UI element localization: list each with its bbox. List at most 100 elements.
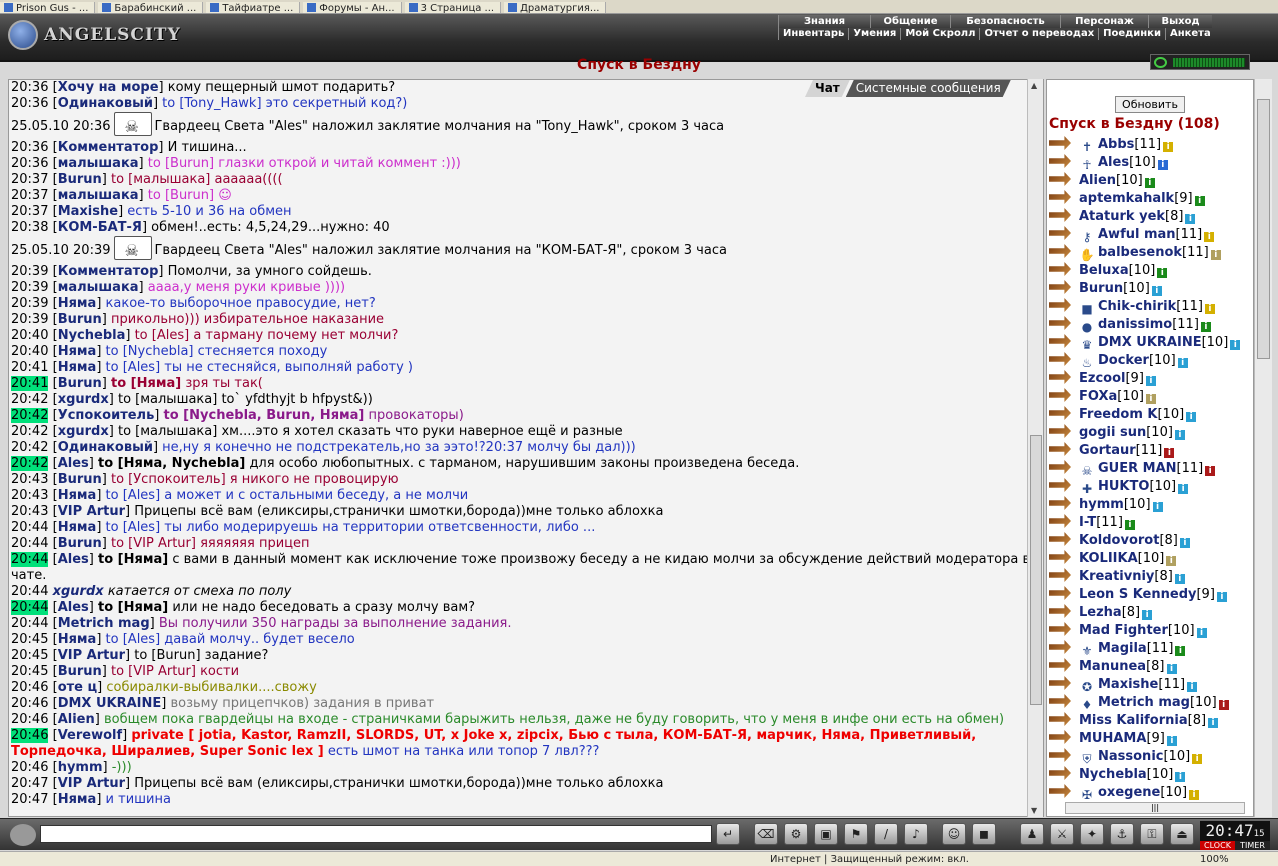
player-info-icon[interactable]: i: [1163, 142, 1174, 152]
translit-icon[interactable]: /: [874, 823, 898, 845]
player-action-arrow-icon[interactable]: [1049, 586, 1071, 600]
player-info-icon[interactable]: i: [1185, 214, 1196, 224]
player-row[interactable]: ⚷ Awful man[11] i: [1049, 226, 1253, 244]
player-action-arrow-icon[interactable]: [1049, 460, 1071, 474]
message-nick[interactable]: Ales: [58, 456, 89, 471]
battle-icon[interactable]: ✦: [1080, 823, 1104, 845]
message-nick[interactable]: Няма: [58, 296, 97, 311]
player-row[interactable]: Nychebla[10] i: [1049, 766, 1253, 784]
message-nick[interactable]: Комментатор: [58, 264, 159, 279]
browser-tab[interactable]: Драматургия...: [504, 2, 607, 13]
player-name[interactable]: DMX UKRAINE: [1098, 335, 1202, 350]
player-row[interactable]: ♛ DMX UKRAINE[10] i: [1049, 334, 1253, 352]
sound-icon[interactable]: ♪: [904, 823, 928, 845]
player-name[interactable]: KOLIIKA: [1079, 551, 1138, 566]
player-info-icon[interactable]: i: [1177, 358, 1188, 368]
message-nick[interactable]: Maxishe: [58, 204, 118, 219]
player-row[interactable]: Lezha[8] i: [1049, 604, 1253, 622]
message-nick[interactable]: VIP Artur: [58, 648, 125, 663]
player-action-arrow-icon[interactable]: [1049, 334, 1071, 348]
scroll-up-icon[interactable]: ▲: [1031, 81, 1037, 90]
player-info-icon[interactable]: i: [1145, 376, 1156, 386]
player-action-arrow-icon[interactable]: [1049, 730, 1071, 744]
message-nick[interactable]: Burun: [58, 664, 102, 679]
player-row[interactable]: Kreativniy[8] i: [1049, 568, 1253, 586]
player-action-arrow-icon[interactable]: [1049, 568, 1071, 582]
inventory-icon[interactable]: ♟: [1020, 823, 1044, 845]
player-info-icon[interactable]: i: [1144, 178, 1155, 188]
player-name[interactable]: oxegene: [1098, 785, 1160, 800]
player-action-arrow-icon[interactable]: [1049, 514, 1071, 528]
message-nick[interactable]: Одинаковый: [58, 96, 153, 111]
player-action-arrow-icon[interactable]: [1049, 280, 1071, 294]
player-info-icon[interactable]: i: [1166, 556, 1177, 566]
player-info-icon[interactable]: i: [1192, 754, 1203, 764]
player-row[interactable]: Miss Kalifornia[8] i: [1049, 712, 1253, 730]
message-nick[interactable]: Burun: [58, 312, 102, 327]
player-action-arrow-icon[interactable]: [1049, 766, 1071, 780]
player-action-arrow-icon[interactable]: [1049, 208, 1071, 222]
message-recipients[interactable]: to [Няма, Nychebla]: [98, 456, 245, 471]
player-action-arrow-icon[interactable]: [1049, 712, 1071, 726]
eraser-icon[interactable]: ⌫: [754, 823, 778, 845]
player-action-arrow-icon[interactable]: [1049, 262, 1071, 276]
player-name[interactable]: Gortaur: [1079, 443, 1136, 458]
menu-item-4[interactable]: Выход: [1148, 15, 1212, 28]
player-name[interactable]: Abbs: [1098, 137, 1134, 152]
player-action-arrow-icon[interactable]: [1049, 370, 1071, 384]
menu-item-3[interactable]: Персонаж: [1060, 15, 1148, 28]
player-action-arrow-icon[interactable]: [1049, 316, 1071, 330]
message-recipients[interactable]: to [Няма]: [111, 376, 181, 391]
player-row[interactable]: Koldovorot[8] i: [1049, 532, 1253, 550]
player-info-icon[interactable]: i: [1166, 664, 1177, 674]
player-list-scrollbar[interactable]: [1254, 79, 1272, 817]
player-action-arrow-icon[interactable]: [1049, 622, 1071, 636]
player-row[interactable]: KOLIIKA[10] i: [1049, 550, 1253, 568]
message-nick[interactable]: малышака: [58, 156, 139, 171]
player-row[interactable]: ✋ balbesenok[11] i: [1049, 244, 1253, 262]
message-nick[interactable]: xgurdx: [58, 392, 109, 407]
player-action-arrow-icon[interactable]: [1049, 352, 1071, 366]
message-nick[interactable]: xgurdx: [53, 584, 104, 599]
message-nick[interactable]: Ales: [58, 600, 89, 615]
menu-item-2[interactable]: Безопасность: [950, 15, 1060, 28]
message-nick[interactable]: Няма: [58, 360, 97, 375]
player-name[interactable]: Magila: [1098, 641, 1147, 656]
player-name[interactable]: Maxishe: [1098, 677, 1158, 692]
message-nick[interactable]: Burun: [58, 472, 102, 487]
player-row[interactable]: ● danissimo[11] i: [1049, 316, 1253, 334]
player-row[interactable]: Ataturk yek[8] i: [1049, 208, 1253, 226]
player-info-icon[interactable]: i: [1174, 430, 1185, 440]
player-action-arrow-icon[interactable]: [1049, 388, 1071, 402]
player-info-icon[interactable]: i: [1151, 286, 1162, 296]
player-action-arrow-icon[interactable]: [1049, 496, 1071, 510]
exit-icon[interactable]: ⏏: [1170, 823, 1194, 845]
player-action-arrow-icon[interactable]: [1049, 154, 1071, 168]
player-info-icon[interactable]: i: [1204, 232, 1215, 242]
message-nick[interactable]: Burun: [58, 376, 102, 391]
player-name[interactable]: balbesenok: [1098, 245, 1182, 260]
player-row[interactable]: ☥ Ales[10] i: [1049, 154, 1253, 172]
player-row[interactable]: ⚜ Magila[11] i: [1049, 640, 1253, 658]
message-nick[interactable]: оте ц: [58, 680, 97, 695]
chat-input[interactable]: [40, 825, 712, 843]
player-info-icon[interactable]: i: [1175, 772, 1186, 782]
browser-tab[interactable]: Prison Gus - ...: [0, 2, 96, 13]
message-nick[interactable]: Verewolf: [58, 728, 122, 743]
message-nick[interactable]: Няма: [58, 632, 97, 647]
browser-tab[interactable]: Тайфиатре ...: [206, 2, 301, 13]
submenu-item-2[interactable]: Мой Скролл: [900, 28, 979, 40]
player-name[interactable]: Lezha: [1079, 605, 1122, 620]
player-name[interactable]: Leon S Kennedy: [1079, 587, 1196, 602]
player-name[interactable]: Ataturk yek: [1079, 209, 1165, 224]
submenu-item-4[interactable]: Поединки: [1098, 28, 1165, 40]
message-nick[interactable]: Burun: [58, 172, 102, 187]
player-info-icon[interactable]: i: [1157, 160, 1168, 170]
player-action-arrow-icon[interactable]: [1049, 784, 1071, 798]
message-nick[interactable]: КОМ-БАТ-Я: [58, 220, 142, 235]
submenu-item-5[interactable]: Анкета: [1164, 28, 1215, 40]
player-row[interactable]: Gortaur[11] i: [1049, 442, 1253, 460]
message-recipients[interactable]: to [Nychebla, Burun, Няма]: [164, 408, 365, 423]
player-action-arrow-icon[interactable]: [1049, 694, 1071, 708]
player-name[interactable]: aptemkahalk: [1079, 191, 1174, 206]
